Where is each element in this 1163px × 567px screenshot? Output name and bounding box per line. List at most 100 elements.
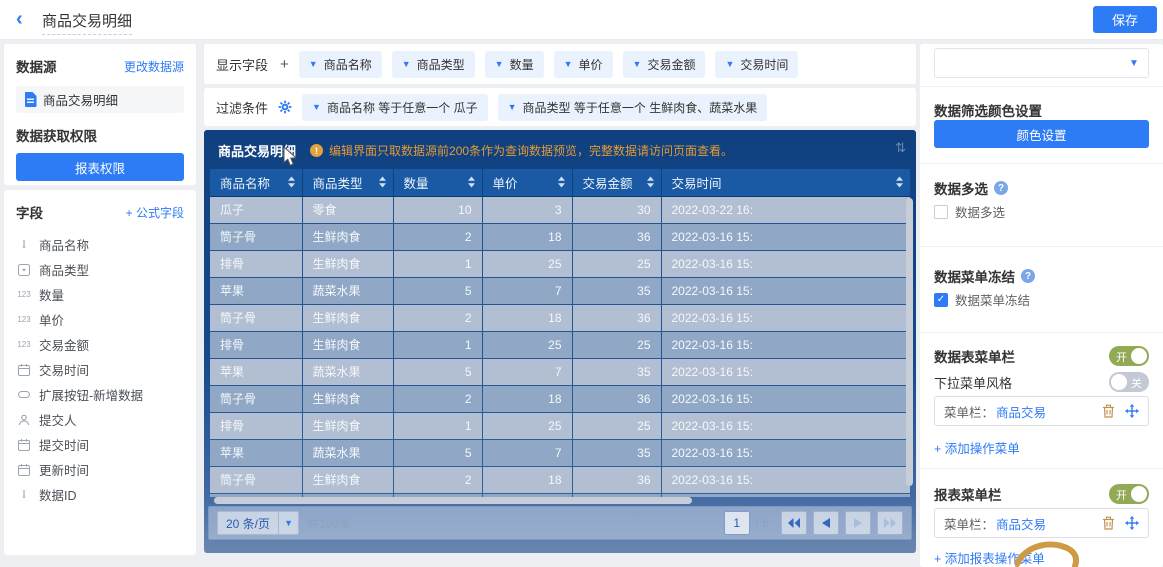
sort-arrows-icon[interactable] xyxy=(378,176,387,188)
display-field-chip[interactable]: ▼商品名称 xyxy=(299,51,382,78)
field-item[interactable]: 123数量 xyxy=(16,282,184,307)
next-page-button[interactable] xyxy=(845,511,871,535)
help-icon[interactable]: ? xyxy=(1021,269,1035,283)
last-page-button[interactable] xyxy=(877,511,903,535)
field-item[interactable]: 123单价 xyxy=(16,307,184,332)
sort-arrows-icon[interactable] xyxy=(646,176,655,188)
page-size-select[interactable]: 20 条/页 ▼ xyxy=(217,511,299,535)
table-cell: 生鲜肉食 xyxy=(302,385,393,412)
current-page-input[interactable]: 1 xyxy=(724,511,750,535)
column-header[interactable]: 商品类型 xyxy=(302,169,393,196)
warning-icon: ! xyxy=(310,144,323,157)
report-permission-button[interactable]: 报表权限 xyxy=(16,153,184,181)
table-menu-item-box[interactable]: 菜单栏：商品交易 xyxy=(934,396,1149,426)
trash-icon[interactable] xyxy=(1102,404,1115,418)
field-item[interactable]: 扩展按钮-新增数据 xyxy=(16,382,184,407)
field-item-label: 提交时间 xyxy=(39,435,89,454)
toggle-on-label: 开 xyxy=(1116,349,1127,365)
table-row: 筒子骨生鲜肉食218362022-03-16 15: xyxy=(210,385,910,412)
pagination-bar: 20 条/页 ▼ 共109条 1 / 6 xyxy=(208,506,912,540)
number-field-icon: 123 xyxy=(16,290,32,299)
move-icon[interactable] xyxy=(1125,516,1139,530)
field-item[interactable]: 更新时间 xyxy=(16,457,184,482)
menu-item-prefix: 菜单栏： xyxy=(944,402,994,421)
table-cell: 2022-03-16 15: xyxy=(661,331,910,358)
field-item[interactable]: I 数据ID xyxy=(16,482,184,507)
display-field-chip[interactable]: ▼交易金额 xyxy=(623,51,706,78)
field-item-label: 提交人 xyxy=(39,410,77,429)
horizontal-scrollbar[interactable] xyxy=(214,497,692,504)
sort-arrows-icon[interactable] xyxy=(557,176,566,188)
field-item[interactable]: 提交时间 xyxy=(16,432,184,457)
column-header[interactable]: 交易时间 xyxy=(661,169,910,196)
vertical-scrollbar[interactable] xyxy=(906,198,913,486)
checkbox-checked-icon[interactable]: ✓ xyxy=(934,293,948,307)
field-item[interactable]: 商品类型 xyxy=(16,257,184,282)
table-row: 筒子骨生鲜肉食218362022-03-16 15: xyxy=(210,466,910,493)
table-cell: 18 xyxy=(482,304,572,331)
column-header[interactable]: 交易金额 xyxy=(572,169,661,196)
sort-arrows-icon[interactable] xyxy=(467,176,476,188)
column-header[interactable]: 单价 xyxy=(482,169,572,196)
field-item[interactable]: I商品名称 xyxy=(16,232,184,257)
calendar-icon xyxy=(16,439,32,451)
report-menu-toggle-on[interactable]: 开 xyxy=(1109,484,1149,504)
display-field-chip[interactable]: ▼商品类型 xyxy=(392,51,475,78)
text-field-icon: I xyxy=(16,237,32,252)
color-settings-button[interactable]: 颜色设置 xyxy=(934,120,1149,148)
table-menu-toggle-on[interactable]: 开 xyxy=(1109,346,1149,366)
table-cell: 生鲜肉食 xyxy=(302,304,393,331)
field-item[interactable]: 交易时间 xyxy=(16,357,184,382)
dropdown-style-toggle-off[interactable]: 关 xyxy=(1109,372,1149,392)
column-header[interactable]: 数量 xyxy=(393,169,482,196)
freeze-checkbox-row[interactable]: ✓ 数据菜单冻结 xyxy=(934,290,1149,309)
menu-item-value: 商品交易 xyxy=(996,402,1046,421)
field-item[interactable]: 提交人 xyxy=(16,407,184,432)
sort-arrows-icon[interactable] xyxy=(287,176,296,188)
settings-top-select[interactable]: ▼ xyxy=(934,48,1149,78)
field-item-label: 数据ID xyxy=(39,485,77,504)
datasource-item[interactable]: 商品交易明细 xyxy=(16,86,184,113)
first-page-button[interactable] xyxy=(781,511,807,535)
table-cell: 2 xyxy=(393,466,482,493)
back-chevron-icon[interactable]: ‹ xyxy=(16,7,23,31)
trash-icon[interactable] xyxy=(1102,516,1115,530)
chevron-down-icon: ▼ xyxy=(725,60,734,69)
calendar-icon xyxy=(16,464,32,476)
gear-icon[interactable] xyxy=(278,100,292,114)
total-pages-label: / 6 xyxy=(756,516,769,530)
field-item[interactable]: 123交易金额 xyxy=(16,332,184,357)
column-header[interactable]: 商品名称 xyxy=(210,169,302,196)
data-permission-title: 数据获取权限 xyxy=(16,125,184,145)
add-formula-field-link[interactable]: + 公式字段 xyxy=(126,204,184,221)
add-display-field-icon[interactable]: + xyxy=(280,56,289,73)
fields-list: I商品名称商品类型123数量123单价123交易金额交易时间扩展按钮-新增数据提… xyxy=(16,232,184,507)
number-field-icon: 123 xyxy=(16,340,32,349)
table-cell: 25 xyxy=(482,412,572,439)
report-menu-item-box[interactable]: 菜单栏：商品交易 xyxy=(934,508,1149,538)
display-field-chip-label: 单价 xyxy=(579,56,603,73)
filter-condition-chip[interactable]: ▼商品名称 等于任意一个 瓜子 xyxy=(302,94,488,121)
change-datasource-link[interactable]: 更改数据源 xyxy=(124,58,184,75)
move-icon[interactable] xyxy=(1125,404,1139,418)
display-field-chips: ▼商品名称▼商品类型▼数量▼单价▼交易金额▼交易时间 xyxy=(299,51,799,78)
save-button[interactable]: 保存 xyxy=(1093,6,1157,33)
chevron-down-icon: ▼ xyxy=(495,60,504,69)
preview-table-wrap: 商品名称商品类型数量单价交易金额交易时间 瓜子零食103302022-03-22… xyxy=(210,169,910,497)
column-header-label: 数量 xyxy=(404,173,429,192)
text-field-icon: I xyxy=(16,487,32,502)
table-cell: 2022-03-16 15: xyxy=(661,277,910,304)
display-field-chip[interactable]: ▼单价 xyxy=(554,51,613,78)
table-cell: 36 xyxy=(572,466,661,493)
prev-page-button[interactable] xyxy=(813,511,839,535)
display-field-chip[interactable]: ▼数量 xyxy=(485,51,544,78)
table-cell: 生鲜肉食 xyxy=(302,412,393,439)
filter-condition-chip[interactable]: ▼商品类型 等于任意一个 生鲜肉食、蔬菜水果 xyxy=(498,94,768,121)
help-icon[interactable]: ? xyxy=(994,181,1008,195)
table-preview-panel: 商品交易明细 ! 编辑界面只取数据源前200条作为查询数据预览，完整数据请访问页… xyxy=(204,130,916,553)
multi-select-checkbox-row[interactable]: 数据多选 xyxy=(934,202,1149,221)
checkbox-unchecked-icon[interactable] xyxy=(934,205,948,219)
display-field-chip[interactable]: ▼交易时间 xyxy=(715,51,798,78)
sort-arrows-icon[interactable] xyxy=(895,176,904,188)
add-action-menu-link[interactable]: + 添加操作菜单 xyxy=(934,438,1149,457)
